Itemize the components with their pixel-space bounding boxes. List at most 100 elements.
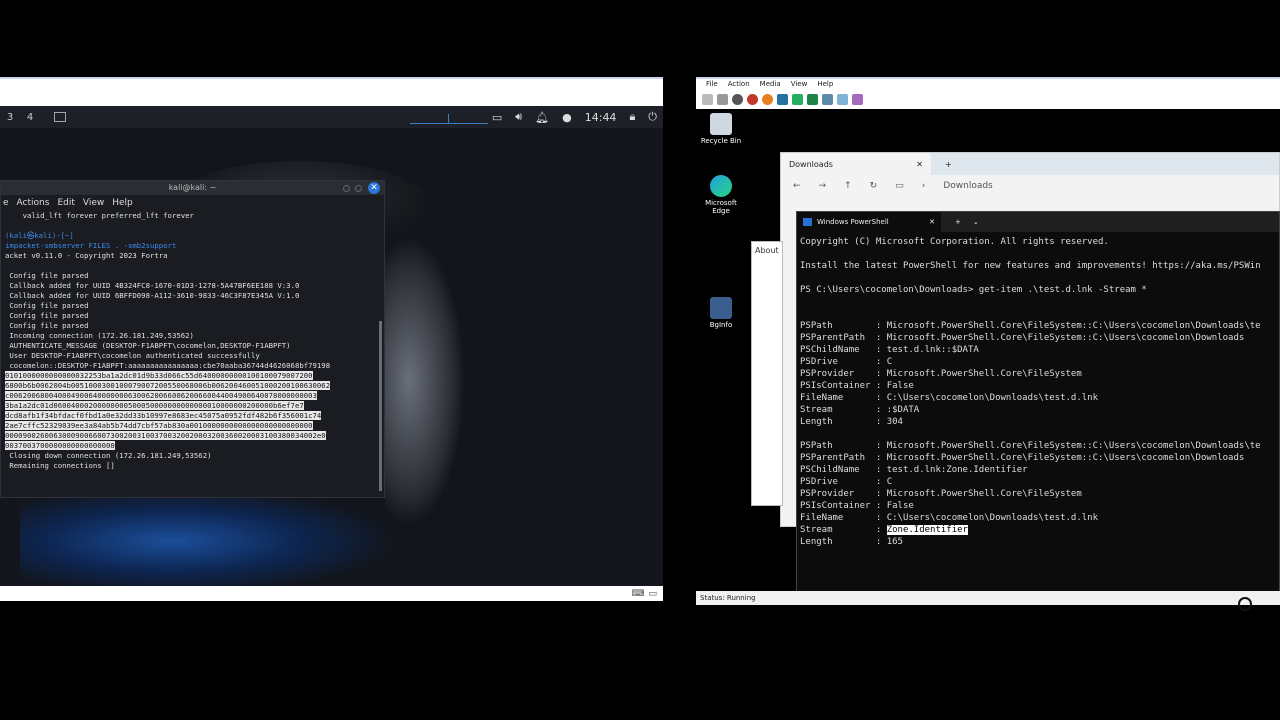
new-tab-button[interactable]: + (945, 160, 952, 169)
maximize-button[interactable] (355, 185, 362, 192)
menu-view[interactable]: View (83, 198, 104, 208)
powershell-line: PSChildName : test.d.lnk:Zone.Identifier (800, 465, 1028, 475)
powershell-line (800, 272, 1279, 284)
powershell-line: Copyright (C) Microsoft Corporation. All… (800, 237, 1109, 247)
powershell-line: PSChildName : test.d.lnk::$DATA (800, 345, 979, 355)
save-icon[interactable] (762, 93, 773, 105)
network-icon[interactable]: ● (562, 111, 572, 124)
shutdown-icon[interactable] (747, 93, 758, 105)
bell-icon[interactable]: 🔔︎ (535, 111, 549, 124)
minimize-button[interactable] (343, 185, 350, 192)
terminal-line: Remaining connections [] (5, 461, 115, 470)
powershell-line: PSIsContainer : False (800, 381, 914, 391)
terminal-task-icon[interactable] (54, 112, 66, 122)
desktop-icon-edge[interactable]: Microsoft Edge (696, 175, 746, 215)
terminal-line: 0000900260063000900660073002003100370032… (5, 431, 326, 440)
menu-help[interactable]: Help (817, 79, 833, 89)
terminal-menubar: e Actions Edit View Help (1, 195, 384, 211)
vm-status-bar: ⌨ ▭ (0, 587, 663, 601)
desktop-icon-bginfo[interactable]: BgInfo (696, 297, 746, 329)
new-tab-button[interactable]: + (955, 218, 961, 226)
powershell-line: PSParentPath : Microsoft.PowerShell.Core… (800, 333, 1245, 343)
explorer-tab[interactable]: Downloads ✕ (781, 153, 931, 175)
display-icon[interactable]: ▭ (492, 111, 502, 124)
terminal-line: impacket-smbserver FILES . -smb2support (5, 241, 177, 250)
terminal-scrollbar[interactable] (379, 321, 382, 491)
powershell-line: FileName : C:\Users\cocomelon\Downloads\… (800, 393, 1099, 403)
terminal-line: 2ae7cffc52329039ee3a84ab5b74dd7cbf57ab83… (5, 421, 313, 430)
terminal-line: Config file parsed (5, 321, 89, 330)
menu-edit[interactable]: Edit (57, 198, 74, 208)
powershell-line: PS C:\Users\cocomelon\Downloads> get-ite… (800, 285, 1147, 295)
terminal-line: Closing down connection (172.26.181.249,… (5, 451, 212, 460)
kali-top-panel: 3 4 ▭ 🔊︎ 🔔︎ ● 14:44 🔒︎ ⏻ (0, 106, 663, 128)
menu-file[interactable]: File (706, 79, 718, 89)
back-icon[interactable]: ← (793, 181, 801, 191)
powershell-line: PSDrive : C (800, 477, 893, 487)
explorer-tab-label: Downloads (789, 159, 833, 169)
explorer-nav: ← → ↑ ↻ ▭ › Downloads (781, 175, 1279, 197)
windows-vm-window: File Action Media View Help Recycle Bin … (696, 77, 1280, 605)
terminal-line: acket v0.11.0 - Copyright 2023 Fortra (5, 251, 168, 260)
terminal-line: (kali㉿kali)-[~] (5, 231, 74, 240)
close-button[interactable]: ✕ (368, 182, 380, 194)
enhanced-session-icon[interactable] (852, 93, 863, 105)
powershell-tabbar: Windows PowerShell ✕ + ⌄ (797, 212, 1279, 232)
terminal-window[interactable]: kali@kali: ~ ✕ e Actions Edit View Help … (0, 180, 385, 498)
terminal-line: valid_lft forever preferred_lft forever (5, 211, 194, 220)
up-icon[interactable]: ↑ (844, 181, 852, 191)
turn-off-icon[interactable] (732, 93, 743, 105)
chevron-down-icon[interactable]: ⌄ (973, 218, 979, 226)
menu-file[interactable]: e (3, 198, 9, 208)
close-icon[interactable]: ✕ (929, 218, 935, 226)
about-panel: About (751, 241, 783, 506)
power-icon[interactable]: ⏻ (648, 110, 657, 124)
powershell-line: Install the latest PowerShell for new fe… (800, 261, 1261, 271)
menu-actions[interactable]: Actions (17, 198, 50, 208)
powershell-tab[interactable]: Windows PowerShell ✕ (797, 212, 941, 232)
terminal-title: kali@kali: ~ (168, 183, 217, 192)
workspace-3[interactable]: 3 (0, 112, 20, 123)
display-status-icon: ▭ (648, 589, 657, 599)
monitor-icon[interactable]: ▭ (895, 181, 904, 191)
ctrl-alt-del-icon[interactable] (702, 93, 713, 105)
powershell-line: Stream : Zone.Identifier (800, 525, 968, 535)
address-bar[interactable]: Downloads (943, 181, 992, 191)
menu-help[interactable]: Help (112, 198, 133, 208)
forward-icon[interactable]: → (819, 181, 827, 191)
powershell-line: PSPath : Microsoft.PowerShell.Core\FileS… (800, 321, 1261, 331)
menu-media[interactable]: Media (760, 79, 781, 89)
system-tray: ▭ 🔊︎ 🔔︎ ● 14:44 🔒︎ ⏻ (492, 106, 657, 128)
terminal-line: 0101000000000000032253ba1a2dc01d9b33d066… (5, 371, 313, 380)
lock-icon[interactable]: 🔒︎ (629, 110, 635, 124)
powershell-output[interactable]: Copyright (C) Microsoft Corporation. All… (797, 232, 1279, 548)
start-vm-icon[interactable] (717, 93, 728, 105)
volume-icon[interactable]: 🔊︎ (515, 110, 522, 124)
pause-icon[interactable] (777, 93, 788, 105)
terminal-line: Config file parsed (5, 311, 89, 320)
revert-icon[interactable] (837, 93, 848, 105)
workspace-4[interactable]: 4 (20, 112, 40, 123)
menu-view[interactable]: View (791, 79, 808, 89)
powershell-line (800, 296, 1279, 308)
checkpoint-icon[interactable] (822, 93, 833, 105)
terminal-output[interactable]: valid_lft forever preferred_lft forever (… (1, 211, 384, 495)
powershell-line: Length : 165 (800, 537, 903, 547)
recycle-bin-icon (710, 113, 732, 135)
clock[interactable]: 14:44 (585, 111, 617, 124)
desktop-icon-recycle-bin[interactable]: Recycle Bin (696, 113, 746, 145)
hyperv-toolbar (696, 91, 1280, 107)
powershell-window[interactable]: Windows PowerShell ✕ + ⌄ Copyright (C) M… (796, 211, 1280, 592)
reset-icon[interactable] (807, 93, 818, 105)
powershell-line: FileName : C:\Users\cocomelon\Downloads\… (800, 513, 1099, 523)
terminal-line: Incoming connection (172.26.181.249,5356… (5, 331, 194, 340)
refresh-icon[interactable]: ↻ (870, 181, 878, 191)
hyperv-status-bar: Status: Running (696, 591, 1280, 605)
terminal-line: User DESKTOP-F1ABPFT\cocomelon authentic… (5, 351, 260, 360)
menu-action[interactable]: Action (728, 79, 750, 89)
resume-icon[interactable] (792, 93, 803, 105)
close-icon[interactable]: ✕ (916, 160, 923, 169)
terminal-titlebar[interactable]: kali@kali: ~ ✕ (1, 181, 384, 195)
